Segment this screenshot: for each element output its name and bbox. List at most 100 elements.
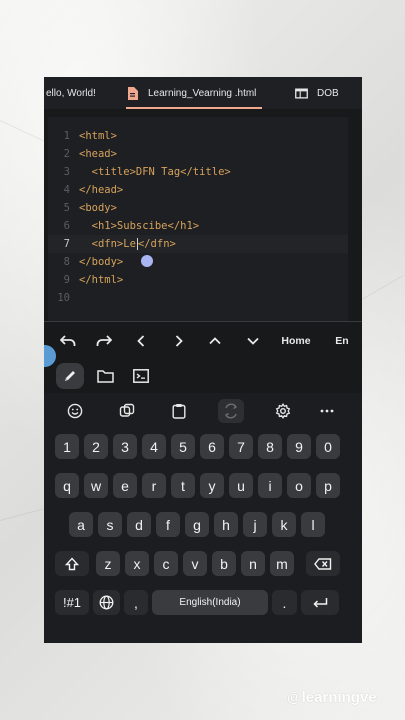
terminal-icon[interactable] — [128, 363, 154, 389]
clipboard-icon[interactable] — [166, 399, 192, 423]
enter-icon — [313, 597, 328, 608]
window-icon — [295, 87, 308, 100]
key-u[interactable]: u — [229, 473, 253, 498]
comma-key[interactable]: , — [124, 590, 148, 615]
code-line: 3 <title>DFN Tag</title> — [48, 163, 348, 181]
backspace-icon — [314, 557, 332, 570]
shift-icon — [65, 556, 79, 570]
more-icon[interactable] — [314, 399, 340, 423]
phone-screen: ello, World! Learning_Vearning .html DOB… — [44, 77, 362, 643]
key-j[interactable]: j — [243, 512, 267, 537]
document-icon — [126, 86, 139, 100]
chevron-down-icon[interactable] — [242, 327, 264, 355]
code-line-current: 7 <dfn>Le </dfn> — [48, 235, 348, 253]
code-line: 1 <html> — [48, 127, 348, 145]
key-q[interactable]: q — [55, 473, 79, 498]
line-number: 3 — [63, 166, 70, 178]
backspace-key[interactable] — [306, 551, 340, 576]
symbols-key[interactable]: !#1 — [55, 590, 89, 615]
key-s[interactable]: s — [98, 512, 122, 537]
key-p[interactable]: p — [316, 473, 340, 498]
tab-dob[interactable]: DOB — [295, 77, 339, 109]
tab-learning-vearning[interactable]: Learning_Vearning .html — [126, 77, 263, 109]
redo-icon[interactable] — [92, 327, 116, 355]
tab-label: Learning_Vearning .html — [148, 87, 257, 99]
key-8[interactable]: 8 — [258, 434, 282, 459]
key-m[interactable]: m — [270, 551, 294, 576]
key-x[interactable]: x — [125, 551, 149, 576]
line-number: 6 — [63, 220, 70, 232]
key-k[interactable]: k — [272, 512, 296, 537]
key-y[interactable]: y — [200, 473, 224, 498]
key-g[interactable]: g — [185, 512, 209, 537]
key-f[interactable]: f — [156, 512, 180, 537]
key-3[interactable]: 3 — [113, 434, 137, 459]
tab-bar: ello, World! Learning_Vearning .html DOB — [44, 77, 362, 109]
code-editor[interactable]: 1 <html> 2 <head> 3 <title>DFN Tag</titl… — [48, 117, 348, 321]
key-z[interactable]: z — [96, 551, 120, 576]
code-line: 5 <body> — [48, 199, 348, 217]
key-r[interactable]: r — [142, 473, 166, 498]
code-text: <h1>Subscibe</h1> — [79, 220, 200, 232]
code-line: 8 </body> — [48, 253, 348, 271]
app-toolbar — [44, 361, 362, 393]
key-5[interactable]: 5 — [171, 434, 195, 459]
key-1[interactable]: 1 — [55, 434, 79, 459]
key-d[interactable]: d — [127, 512, 151, 537]
line-number: 8 — [63, 256, 70, 268]
key-a[interactable]: a — [69, 512, 93, 537]
sticker-icon[interactable] — [114, 399, 140, 423]
key-c[interactable]: c — [154, 551, 178, 576]
paper-crease — [0, 508, 44, 521]
key-e[interactable]: e — [113, 473, 137, 498]
line-number: 10 — [57, 292, 70, 304]
shift-key[interactable] — [55, 551, 89, 576]
chevron-left-icon[interactable] — [130, 327, 152, 355]
key-t[interactable]: t — [171, 473, 195, 498]
key-6[interactable]: 6 — [200, 434, 224, 459]
code-text: </html> — [79, 274, 124, 286]
period-key[interactable]: . — [272, 590, 297, 615]
code-text: </body> — [79, 256, 124, 268]
key-0[interactable]: 0 — [316, 434, 340, 459]
undo-icon[interactable] — [56, 327, 80, 355]
emoji-icon[interactable] — [62, 399, 88, 423]
settings-icon[interactable] — [270, 399, 296, 423]
channel-watermark: @learningve — [287, 689, 377, 706]
key-v[interactable]: v — [183, 551, 207, 576]
code-line: 10 — [48, 289, 348, 307]
key-w[interactable]: w — [84, 473, 108, 498]
translate-icon[interactable] — [218, 399, 244, 423]
language-key[interactable] — [93, 590, 120, 615]
enter-key[interactable] — [301, 590, 339, 615]
line-number: 7 — [63, 238, 70, 250]
key-9[interactable]: 9 — [287, 434, 311, 459]
key-7[interactable]: 7 — [229, 434, 253, 459]
key-h[interactable]: h — [214, 512, 238, 537]
key-l[interactable]: l — [301, 512, 325, 537]
key-b[interactable]: b — [212, 551, 236, 576]
key-2[interactable]: 2 — [84, 434, 108, 459]
chevron-up-icon[interactable] — [204, 327, 226, 355]
divider — [44, 321, 362, 322]
home-key[interactable]: Home — [276, 327, 316, 355]
key-n[interactable]: n — [241, 551, 265, 576]
folder-icon[interactable] — [92, 363, 118, 389]
globe-icon — [99, 595, 114, 610]
code-line: 6 <h1>Subscibe</h1> — [48, 217, 348, 235]
pencil-icon[interactable] — [56, 363, 84, 389]
active-tab-indicator — [126, 107, 263, 109]
selection-handle[interactable] — [141, 255, 153, 267]
tab-label: DOB — [317, 87, 339, 99]
tab-hello-world[interactable]: ello, World! — [46, 77, 96, 109]
paper-crease — [359, 275, 404, 301]
extra-keys-bar: Home En — [44, 327, 362, 355]
key-i[interactable]: i — [258, 473, 282, 498]
chevron-right-icon[interactable] — [168, 327, 190, 355]
space-key[interactable]: English(India) — [152, 590, 268, 615]
end-key[interactable]: En — [330, 327, 354, 355]
code-text: <head> — [79, 148, 117, 160]
key-4[interactable]: 4 — [142, 434, 166, 459]
key-o[interactable]: o — [287, 473, 311, 498]
code-text: <body> — [79, 202, 117, 214]
